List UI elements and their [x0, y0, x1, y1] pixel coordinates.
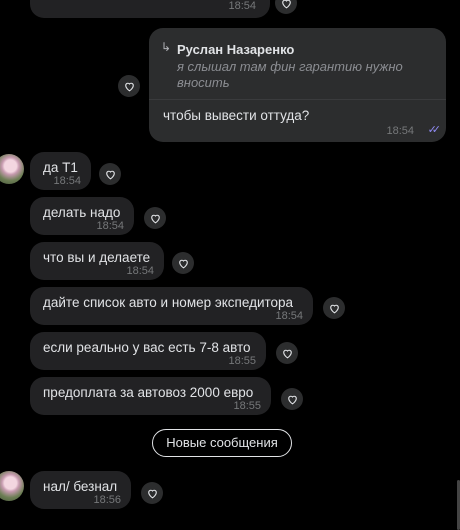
- message-text: чтобы вывести оттуда?: [163, 108, 310, 123]
- new-messages-button[interactable]: Новые сообщения: [152, 429, 292, 457]
- heart-reaction-icon[interactable]: [118, 75, 140, 97]
- message-bubble[interactable]: нал/ безнал 18:56: [30, 471, 131, 509]
- message-time: 18:54: [228, 0, 256, 12]
- message-text: делать надо: [43, 205, 121, 220]
- heart-reaction-icon[interactable]: [99, 163, 121, 185]
- message-text: дайте список авто и номер экспедитора: [43, 295, 294, 310]
- read-check-icon: ✓✓: [427, 124, 442, 136]
- avatar[interactable]: [0, 154, 24, 184]
- heart-reaction-icon[interactable]: [141, 482, 163, 504]
- reply-quote[interactable]: я слышал там фин гарантию нужно вносить: [177, 59, 427, 91]
- heart-reaction-icon[interactable]: [172, 252, 194, 274]
- reply-author[interactable]: Руслан Назаренко: [177, 42, 294, 57]
- heart-reaction-icon[interactable]: [281, 388, 303, 410]
- message-text: если реально у вас есть 7-8 авто: [43, 340, 251, 355]
- heart-reaction-icon[interactable]: [275, 0, 297, 14]
- message-text: что вы и делаете: [43, 250, 151, 265]
- message-time: 18:56: [93, 494, 121, 506]
- avatar[interactable]: [0, 471, 24, 501]
- reply-arrow-icon: ↳: [161, 40, 172, 54]
- outgoing-message[interactable]: ↳ Руслан Назаренко я слышал там фин гара…: [149, 28, 446, 142]
- message-time: 18:54: [386, 125, 414, 137]
- message-text: да Т1: [43, 160, 78, 175]
- message-time: 18:55: [228, 355, 256, 367]
- message-bubble[interactable]: делать надо 18:54: [30, 197, 134, 235]
- message-bubble[interactable]: предоплата за автовоз 2000 евро 18:55: [30, 377, 271, 415]
- heart-reaction-icon[interactable]: [276, 342, 298, 364]
- message-bubble[interactable]: если реально у вас есть 7-8 авто 18:55: [30, 332, 266, 370]
- message-bubble[interactable]: что вы и делаете 18:54: [30, 242, 164, 280]
- message-bubble[interactable]: да Т1 18:54: [30, 152, 91, 190]
- heart-reaction-icon[interactable]: [144, 207, 166, 229]
- divider: [149, 99, 446, 100]
- message-time: 18:54: [275, 310, 303, 322]
- heart-reaction-icon[interactable]: [323, 297, 345, 319]
- message-time: 18:54: [53, 175, 81, 187]
- message-bubble-partial: 18:54: [30, 0, 270, 18]
- message-bubble[interactable]: дайте список авто и номер экспедитора 18…: [30, 287, 313, 325]
- message-text: предоплата за автовоз 2000 евро: [43, 385, 254, 400]
- message-time: 18:54: [126, 265, 154, 277]
- message-time: 18:55: [233, 400, 261, 412]
- message-time: 18:54: [96, 220, 124, 232]
- message-text: нал/ безнал: [43, 479, 118, 494]
